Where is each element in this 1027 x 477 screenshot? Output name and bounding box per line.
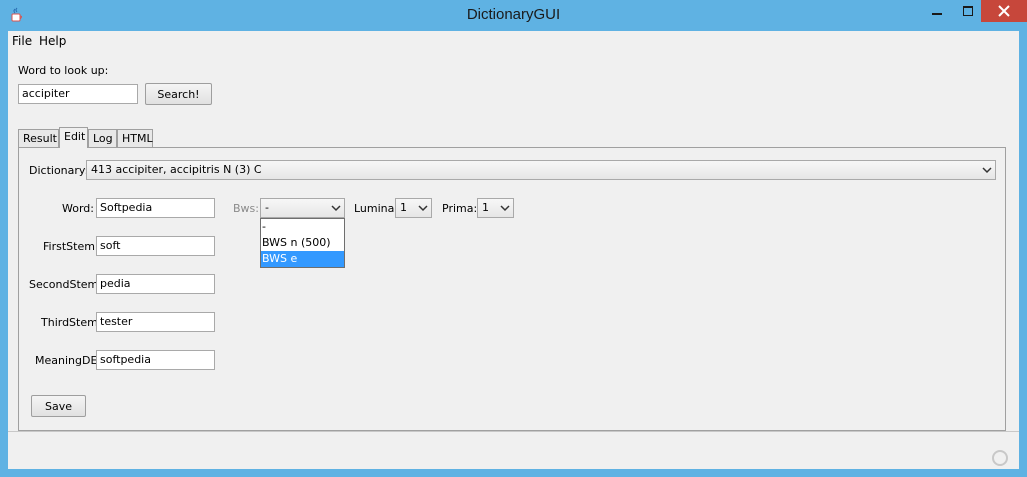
lumina-select[interactable]: 1: [395, 198, 432, 218]
bws-select[interactable]: -: [260, 198, 345, 218]
lumina-label: Lumina:: [354, 202, 399, 215]
search-button[interactable]: Search!: [145, 83, 212, 105]
word-label: Word:: [62, 202, 94, 215]
close-icon: [998, 5, 1010, 17]
search-input[interactable]: accipiter: [18, 84, 138, 104]
chevron-down-icon: [331, 205, 341, 212]
third-stem-label: ThirdStem:: [41, 316, 102, 329]
client-area: File Help Word to look up: accipiter Sea…: [8, 31, 1019, 469]
bws-option-dash[interactable]: -: [261, 219, 344, 235]
meaning-de-label: MeaningDE:: [35, 354, 102, 367]
chevron-down-icon: [500, 205, 510, 212]
save-button[interactable]: Save: [31, 395, 86, 417]
chevron-down-icon: [418, 205, 428, 212]
maximize-button[interactable]: [954, 0, 981, 22]
window-title: DictionaryGUI: [466, 6, 561, 23]
third-stem-field[interactable]: tester: [96, 312, 215, 332]
dictionary-select[interactable]: 413 accipiter, accipitris N (3) C: [86, 160, 996, 180]
bws-option-n[interactable]: BWS n (500): [261, 235, 344, 251]
maximize-icon: [962, 6, 973, 16]
minimize-button[interactable]: [920, 0, 954, 22]
tab-log[interactable]: Log: [88, 129, 117, 148]
bws-label: Bws:: [233, 202, 259, 215]
tab-edit[interactable]: Edit: [59, 127, 88, 148]
tab-result[interactable]: Result: [18, 129, 59, 148]
second-stem-field[interactable]: pedia: [96, 274, 215, 294]
tab-html[interactable]: HTML: [117, 129, 153, 148]
menu-bar: File Help: [8, 31, 1019, 51]
second-stem-label: SecondStem:: [29, 278, 102, 291]
dictionary-label: Dictionary:: [29, 164, 89, 177]
lumina-value: 1: [400, 201, 407, 214]
first-stem-label: FirstStem:: [43, 240, 99, 253]
bws-dropdown-list: - BWS n (500) BWS e: [260, 218, 345, 268]
bws-option-e[interactable]: BWS e: [261, 251, 344, 267]
minimize-icon: [932, 13, 942, 15]
meaning-de-field[interactable]: softpedia: [96, 350, 215, 370]
chevron-down-icon: [982, 167, 992, 174]
search-label: Word to look up:: [18, 64, 109, 77]
app-window: DictionaryGUI File Help Word to look up:…: [0, 0, 1027, 477]
busy-indicator-icon: [992, 450, 1008, 466]
bws-value: -: [265, 201, 269, 214]
close-button[interactable]: [981, 0, 1027, 22]
prima-label: Prima:: [442, 202, 478, 215]
status-bar: [8, 431, 1019, 469]
title-bar[interactable]: DictionaryGUI: [0, 0, 1027, 31]
menu-file[interactable]: File: [12, 34, 32, 48]
prima-select[interactable]: 1: [477, 198, 514, 218]
word-field[interactable]: Softpedia: [96, 198, 215, 218]
menu-help[interactable]: Help: [39, 34, 66, 48]
first-stem-field[interactable]: soft: [96, 236, 215, 256]
prima-value: 1: [482, 201, 489, 214]
dictionary-value: 413 accipiter, accipitris N (3) C: [91, 163, 262, 176]
